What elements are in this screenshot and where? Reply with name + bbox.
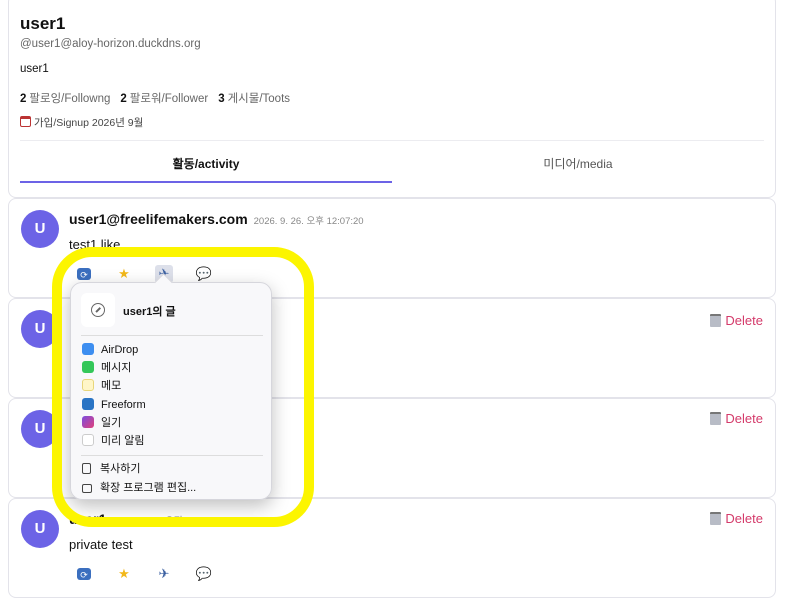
post-author[interactable]: user1 2026. 9. 25. 오전 10:28:07 xyxy=(69,511,222,527)
reply-button[interactable]: 💬 xyxy=(195,565,213,583)
delete-label: Delete xyxy=(725,511,763,526)
airplane-icon: ✈ xyxy=(158,566,170,581)
freeform-icon xyxy=(82,398,94,410)
star-icon: ★ xyxy=(118,566,130,581)
menu-item-label: 메시지 xyxy=(101,362,132,374)
notes-icon xyxy=(82,379,94,391)
messages-icon xyxy=(82,361,94,373)
tabs-divider xyxy=(20,140,764,141)
tab-media[interactable]: 미디어/media xyxy=(392,155,764,172)
tab-activity[interactable]: 활동/activity xyxy=(20,155,392,172)
copy-icon xyxy=(82,463,91,474)
post-card: U user1 2026. 9. 25. 오전 10:28:07 private … xyxy=(8,498,776,598)
active-tab-indicator xyxy=(20,181,392,183)
journal-icon xyxy=(82,416,94,428)
menu-divider xyxy=(81,455,263,456)
airdrop-icon xyxy=(82,343,94,355)
following-label[interactable]: 팔로잉/Followng xyxy=(29,93,110,105)
trash-icon xyxy=(710,512,722,525)
share-menu-title: user1의 글 xyxy=(123,306,176,318)
post-timestamp: 2026. 9. 25. 오전 10:28:07 xyxy=(112,516,223,527)
menu-item-label: 일기 xyxy=(101,417,122,429)
menu-item-label: 복사하기 xyxy=(100,463,141,475)
compass-icon xyxy=(91,303,105,317)
extensions-icon xyxy=(82,484,92,493)
trash-icon xyxy=(710,314,722,327)
followers-label[interactable]: 팔로워/Follower xyxy=(130,93,208,105)
menu-item-messages[interactable]: 메시지 xyxy=(82,360,131,376)
delete-label: Delete xyxy=(725,313,763,328)
posts-count: 3 xyxy=(218,93,225,105)
menu-item-reminders[interactable]: 미리 알림 xyxy=(82,433,145,449)
menu-item-label: Freeform xyxy=(101,399,146,411)
menu-item-label: 메모 xyxy=(101,380,122,392)
reminders-icon xyxy=(82,434,94,446)
following-count: 2 xyxy=(20,93,27,105)
post-timestamp: 2026. 9. 26. 오후 12:07:20 xyxy=(253,216,364,227)
delete-button[interactable]: Delete xyxy=(710,411,763,426)
calendar-icon xyxy=(20,116,31,127)
boost-button[interactable]: ⟳ xyxy=(75,265,93,283)
followers-count: 2 xyxy=(120,93,127,105)
profile-name: user1 xyxy=(20,14,66,33)
speech-bubble-icon: 💬 xyxy=(195,266,213,281)
boost-icon: ⟳ xyxy=(80,270,88,280)
post-author-name[interactable]: user1 xyxy=(69,511,106,527)
post-body: private test xyxy=(69,537,133,552)
reply-button[interactable]: 💬 xyxy=(195,265,213,283)
favourite-button[interactable]: ★ xyxy=(115,265,133,283)
avatar[interactable]: U xyxy=(21,310,59,348)
menu-item-label: AirDrop xyxy=(101,344,139,356)
post-body: test1 like xyxy=(69,237,121,252)
menu-item-edit-extensions[interactable]: 확장 프로그램 편집... xyxy=(82,480,196,496)
post-author-name[interactable]: user1@freelifemakers.com xyxy=(69,211,248,227)
share-menu: user1의 글 AirDrop 메시지 메모 Freeform 일기 미리 알… xyxy=(70,282,272,500)
avatar[interactable]: U xyxy=(21,410,59,448)
trash-icon xyxy=(710,412,722,425)
star-icon: ★ xyxy=(118,266,130,281)
menu-item-freeform[interactable]: Freeform xyxy=(82,397,146,413)
share-button[interactable]: ✈ xyxy=(155,565,173,583)
speech-bubble-icon: 💬 xyxy=(195,566,213,581)
signup-info: 가입/Signup 2026년 9월 xyxy=(20,115,143,130)
menu-item-airdrop[interactable]: AirDrop xyxy=(82,342,138,358)
posts-label: 게시물/Toots xyxy=(227,93,291,105)
menu-item-journal[interactable]: 일기 xyxy=(82,415,121,431)
menu-divider xyxy=(81,335,263,336)
favourite-button[interactable]: ★ xyxy=(115,565,133,583)
delete-label: Delete xyxy=(725,411,763,426)
avatar[interactable]: U xyxy=(21,210,59,248)
post-author[interactable]: user1@freelifemakers.com 2026. 9. 26. 오후 … xyxy=(69,211,364,227)
avatar[interactable]: U xyxy=(21,510,59,548)
profile-handle: @user1@aloy-horizon.duckdns.org xyxy=(20,38,201,50)
delete-button[interactable]: Delete xyxy=(710,313,763,328)
menu-item-label: 확장 프로그램 편집... xyxy=(100,482,197,494)
signup-label: 가입/Signup 2026년 9월 xyxy=(34,117,144,129)
boost-button[interactable]: ⟳ xyxy=(75,565,93,583)
boost-icon: ⟳ xyxy=(80,570,88,580)
profile-bio: user1 xyxy=(20,63,49,75)
delete-button[interactable]: Delete xyxy=(710,511,763,526)
menu-item-label: 미리 알림 xyxy=(101,435,145,447)
menu-item-notes[interactable]: 메모 xyxy=(82,378,121,394)
profile-stats: 2 팔로잉/Followng 2 팔로워/Follower 3 게시물/Toots xyxy=(20,90,290,106)
menu-item-copy[interactable]: 복사하기 xyxy=(82,461,140,477)
